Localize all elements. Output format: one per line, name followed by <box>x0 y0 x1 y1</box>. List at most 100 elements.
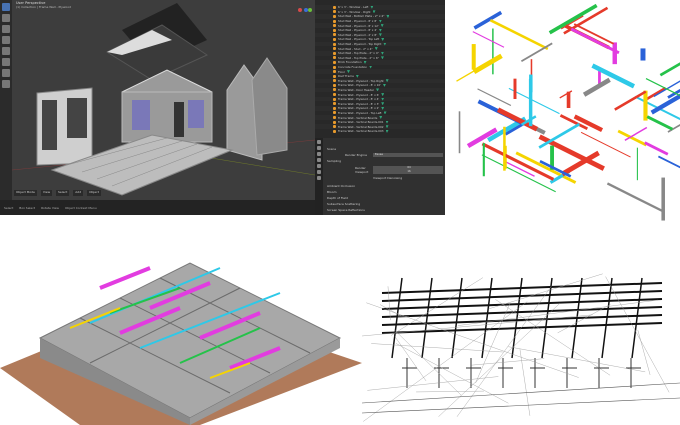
pipe-segment <box>520 42 553 63</box>
frame-member <box>471 358 545 366</box>
frame-member <box>367 376 499 391</box>
outliner-item-label: Stud Wall - Stud - 2" x 4" <box>338 46 373 51</box>
house-model <box>12 3 315 196</box>
pipe-segment <box>473 10 503 30</box>
mesh-data-icon <box>374 47 378 51</box>
viewport-denoising-checkbox[interactable]: Viewport Denoising <box>373 176 402 180</box>
object-icon <box>333 65 336 69</box>
mesh-data-icon <box>380 51 384 55</box>
scale-tool-icon[interactable] <box>2 47 10 55</box>
status-item: Select <box>4 205 14 210</box>
measure-tool-icon[interactable] <box>2 80 10 88</box>
pipe-segment <box>644 86 667 102</box>
ambient-occlusion-section[interactable]: Ambient Occlusion <box>327 184 355 188</box>
properties-panel: Scene Render Engine Eevee Sampling Rende… <box>315 138 445 215</box>
view-layer-tab-icon[interactable] <box>317 158 321 162</box>
view-menu[interactable]: View <box>40 190 53 196</box>
outliner-item-label: Brick Foundation <box>338 60 362 65</box>
tool-tab-icon[interactable] <box>317 140 321 144</box>
pipe-segment <box>472 53 503 74</box>
frame-member <box>416 390 484 393</box>
pipe-segment <box>472 31 505 48</box>
render-tab-icon[interactable] <box>317 146 321 150</box>
object-icon <box>333 93 336 97</box>
mesh-data-icon <box>380 56 384 60</box>
blender-screenshot: User Perspective (1) Collection | Frame … <box>0 0 445 215</box>
render-engine-select[interactable]: Eevee <box>373 153 443 157</box>
mesh-data-icon <box>385 129 389 133</box>
object-tab-icon[interactable] <box>317 176 321 180</box>
mesh-data-icon <box>369 65 373 69</box>
outliner-item-label: Frame Wall - Plywood - 8' x 2' <box>338 106 380 111</box>
select-tool-icon[interactable] <box>2 3 10 11</box>
object-icon <box>333 60 336 64</box>
outliner-item-label: Stud Wall - Plywood - Top Right <box>338 42 382 47</box>
viewport-samples-field[interactable]: 16 <box>373 170 443 174</box>
outliner-item-label: Stud Wall - Plywood - 2' x 8' <box>338 32 377 37</box>
object-icon <box>333 42 336 46</box>
outliner-item[interactable]: Frame Wall - Vertical Boards.003 <box>315 129 445 134</box>
move-tool-icon[interactable] <box>2 25 10 33</box>
object-icon <box>333 88 336 92</box>
mesh-data-icon <box>381 93 385 97</box>
mesh-data-icon <box>381 97 385 101</box>
outliner-item-label: Frame Wall - Vertical Boards.002 <box>338 124 384 129</box>
mesh-data-icon <box>381 37 385 41</box>
outliner-item-label: Stud Wall - Bottom Plate - 2" x 4" <box>338 14 385 19</box>
outliner-item-label: Stud Wall - Plywood - 8' x 12' <box>338 23 379 28</box>
pipe-segment <box>645 78 680 97</box>
mesh-data-icon <box>370 5 374 9</box>
rotate-tool-icon[interactable] <box>2 36 10 44</box>
scene-label: Scene <box>327 147 337 151</box>
mesh-data-icon <box>376 88 380 92</box>
output-tab-icon[interactable] <box>317 152 321 156</box>
object-menu[interactable]: Object <box>87 190 101 196</box>
3d-viewport[interactable]: User Perspective (1) Collection | Frame … <box>12 0 315 200</box>
render-engine-label: Render Engine <box>345 153 367 157</box>
viewport-header: Object Mode View Select Add Object <box>12 190 315 196</box>
scene-tab-icon[interactable] <box>317 164 321 168</box>
frame-member <box>394 329 462 396</box>
object-icon <box>333 111 336 115</box>
sampling-section[interactable]: Sampling <box>327 159 341 163</box>
cursor-tool-icon[interactable] <box>2 14 10 22</box>
mesh-data-icon <box>379 116 383 120</box>
pipe-segment <box>580 131 631 158</box>
annotate-tool-icon[interactable] <box>2 69 10 77</box>
mesh-data-icon <box>383 111 387 115</box>
outliner-item-label: Frame Wall - Plywood - Top Right <box>338 78 384 83</box>
mesh-data-icon <box>385 120 389 124</box>
pipe-segment <box>657 155 680 169</box>
object-icon <box>333 120 336 124</box>
outliner-item-label: Frame Wall - Door Header <box>338 87 375 92</box>
add-menu[interactable]: Add <box>73 190 84 196</box>
outliner-item-label: 6' x 3' - Window - Right <box>338 9 371 14</box>
outliner-item-label: 6' x 3' - Window - Left <box>338 5 369 10</box>
mesh-data-icon <box>386 14 390 18</box>
bloom-section[interactable]: Bloom <box>327 190 337 194</box>
subsurface-section[interactable]: Subsurface Scattering <box>327 202 360 206</box>
outliner-item-label: Frame Wall - Vertical Boards.001 <box>338 120 384 125</box>
world-tab-icon[interactable] <box>317 170 321 174</box>
pipe-segment <box>659 62 680 77</box>
outliner-item-label: Stud Wall - Plywood - 8' x 8' <box>338 19 377 24</box>
depth-of-field-section[interactable]: Depth of Field <box>327 196 348 200</box>
outliner-item-label: Floor <box>338 69 345 74</box>
status-item: Object Context Menu <box>64 205 97 210</box>
ssr-section[interactable]: Screen Space Reflections <box>327 208 365 212</box>
frame-member <box>519 349 531 416</box>
outliner-item-label: Stud Wall - Plywood - Top Left <box>338 37 380 42</box>
mesh-data-icon <box>378 28 382 32</box>
transform-tool-icon[interactable] <box>2 58 10 66</box>
mesh-data-icon <box>346 70 350 74</box>
tool-shelf <box>0 0 12 200</box>
outliner-item-label: Stud Wall - Top Plate - 2" x 6" <box>338 55 379 60</box>
outliner-item-label: Frame Wall - Plywood - 8' x 3' <box>338 101 380 106</box>
mesh-data-icon <box>385 125 389 129</box>
pipe-segment <box>646 115 673 131</box>
render-samples-field[interactable]: 64 <box>373 166 443 170</box>
object-mode-menu[interactable]: Object Mode <box>14 190 37 196</box>
mesh-data-icon <box>378 33 382 37</box>
object-icon <box>333 10 336 14</box>
select-menu[interactable]: Select <box>56 190 70 196</box>
